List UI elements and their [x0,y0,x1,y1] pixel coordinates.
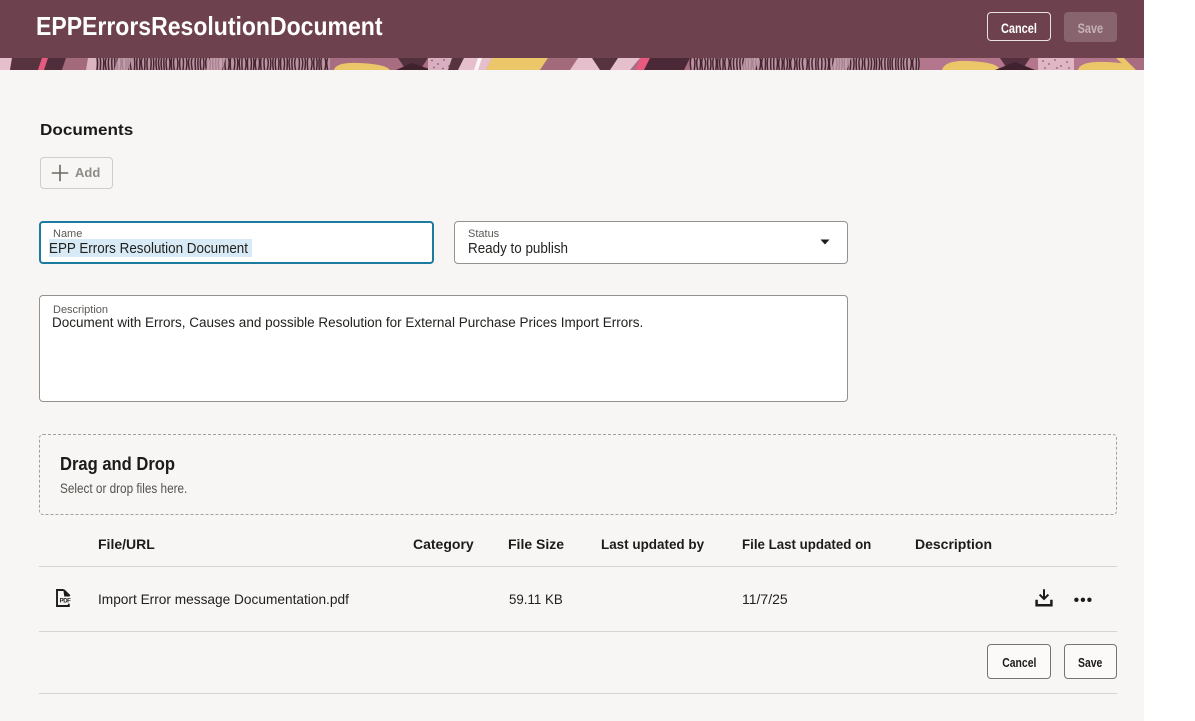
svg-text:PDF: PDF [60,599,72,605]
